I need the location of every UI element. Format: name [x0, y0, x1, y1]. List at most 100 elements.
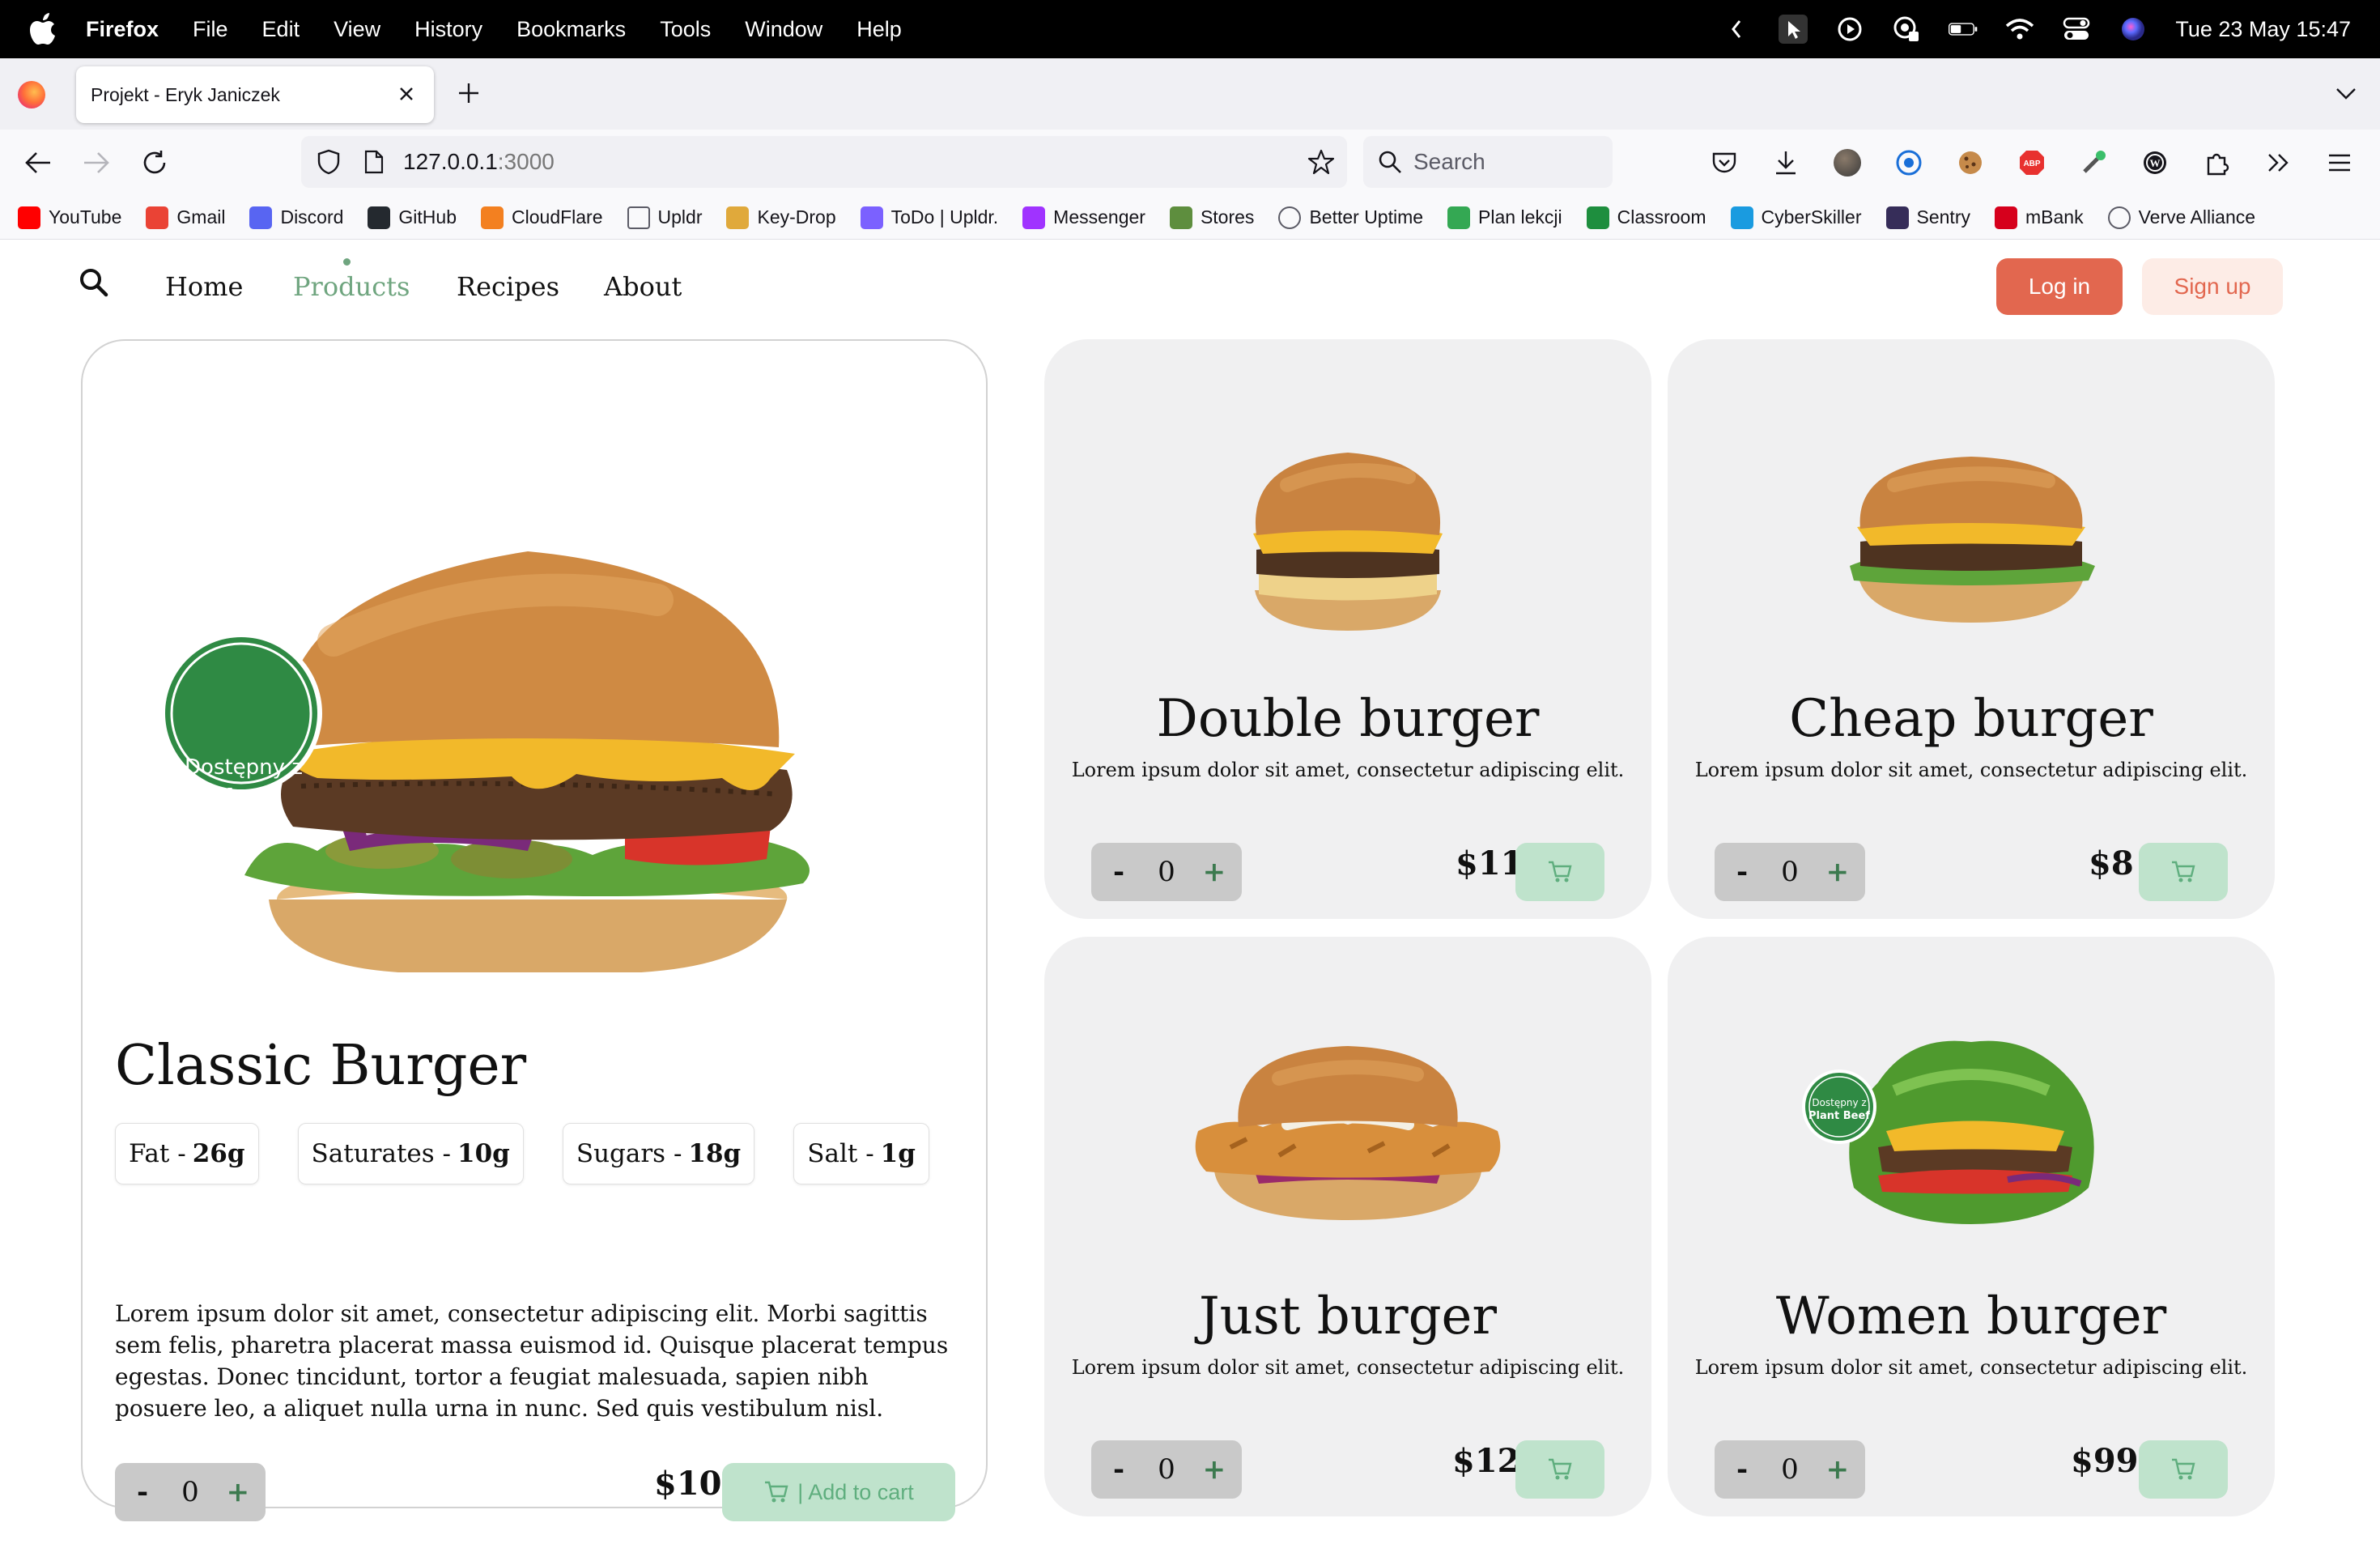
login-button[interactable]: Log in — [1996, 258, 2123, 315]
bookmark-item[interactable]: Upldr — [627, 206, 703, 229]
profile-extension-icon[interactable] — [1831, 147, 1864, 179]
adblock-icon[interactable]: ABP — [2016, 147, 2048, 179]
bookmark-item[interactable]: mBank — [1994, 206, 2084, 229]
bookmark-label: GitHub — [398, 206, 457, 228]
wordpress-icon[interactable]: W — [2139, 147, 2171, 179]
add-to-cart-button[interactable] — [2139, 843, 2228, 901]
add-to-cart-button[interactable] — [2139, 1440, 2228, 1499]
url-port: :3000 — [497, 149, 555, 174]
hamburger-menu-icon[interactable] — [2323, 147, 2356, 179]
bookmark-item[interactable]: ToDo | Upldr. — [860, 206, 999, 229]
site-header: Home Products Recipes About Log in Sign … — [0, 240, 2380, 334]
bookmark-item[interactable]: Discord — [249, 206, 343, 229]
bookmark-item[interactable]: Messenger — [1022, 206, 1145, 229]
add-to-cart-button[interactable]: | Add to cart — [722, 1463, 955, 1521]
product-card-women-burger: Dostępny z Plant Beef Women burger Lorem… — [1668, 937, 2275, 1516]
wifi-icon[interactable] — [2005, 15, 2034, 44]
chevron-down-icon[interactable] — [2331, 79, 2361, 108]
star-icon[interactable] — [1307, 147, 1336, 176]
search-placeholder: Search — [1413, 149, 1485, 174]
forward-arrow-icon[interactable] — [79, 146, 113, 180]
password-extension-icon[interactable] — [1893, 147, 1925, 179]
bookmark-item[interactable]: GitHub — [368, 206, 457, 229]
menu-window[interactable]: Window — [745, 17, 822, 42]
menu-view[interactable]: View — [334, 17, 380, 42]
bookmark-item[interactable]: Plan lekcji — [1447, 206, 1562, 229]
add-to-cart-button[interactable] — [1515, 843, 1604, 901]
extensions-icon[interactable] — [2200, 147, 2233, 179]
url-bar[interactable]: 127.0.0.1:3000 — [301, 136, 1347, 188]
svg-text:W: W — [2150, 157, 2161, 169]
bookmark-item[interactable]: Classroom — [1586, 206, 1706, 229]
battery-icon[interactable] — [1949, 15, 1978, 44]
nav-products[interactable]: Products — [293, 271, 410, 302]
vpn-icon[interactable] — [1892, 15, 1921, 44]
increment-button[interactable]: + — [1198, 1453, 1230, 1486]
firefox-icon[interactable] — [18, 81, 45, 108]
menu-tools[interactable]: Tools — [660, 17, 711, 42]
chevrons-right-icon[interactable] — [2262, 147, 2294, 179]
nav-recipes[interactable]: Recipes — [457, 271, 559, 302]
siri-icon[interactable] — [2119, 15, 2148, 44]
nav-home[interactable]: Home — [165, 271, 243, 302]
nutrient-fat: Fat -26g — [115, 1123, 259, 1184]
control-center-icon[interactable] — [2062, 15, 2091, 44]
menu-history[interactable]: History — [414, 17, 482, 42]
increment-button[interactable]: + — [1821, 856, 1854, 888]
menu-app-firefox[interactable]: Firefox — [86, 17, 159, 42]
menu-edit[interactable]: Edit — [262, 17, 300, 42]
nutrient-list: Fat -26g Saturates -10g Sugars -18g Salt… — [115, 1123, 929, 1184]
page-icon[interactable] — [361, 147, 387, 176]
macos-menubar: Firefox File Edit View History Bookmarks… — [0, 0, 2380, 58]
cookie-icon[interactable] — [1954, 147, 1987, 179]
bookmark-label: Upldr — [657, 206, 703, 228]
bookmark-item[interactable]: Key-Drop — [726, 206, 836, 229]
clock[interactable]: Tue 23 May 15:47 — [2175, 17, 2351, 42]
pocket-icon[interactable] — [1708, 147, 1740, 179]
tab-active[interactable]: Projekt - Eryk Janiczek — [76, 66, 434, 123]
bookmark-item[interactable]: CyberSkiller — [1730, 206, 1862, 229]
quantity-value: 0 — [1158, 856, 1175, 888]
decrement-button[interactable]: - — [126, 1476, 159, 1508]
bookmark-item[interactable]: Verve Alliance — [2107, 206, 2255, 229]
increment-button[interactable]: + — [1198, 856, 1230, 888]
bookmark-item[interactable]: YouTube — [18, 206, 121, 229]
bookmark-item[interactable]: Better Uptime — [1278, 206, 1423, 229]
colorpicker-icon[interactable] — [2077, 147, 2110, 179]
nutrient-value: 26g — [192, 1139, 245, 1168]
plus-icon[interactable] — [453, 78, 484, 108]
decrement-button[interactable]: - — [1103, 1453, 1135, 1486]
apple-icon[interactable] — [29, 13, 57, 45]
chevron-left-icon[interactable] — [1722, 15, 1751, 44]
decrement-button[interactable]: - — [1726, 1453, 1758, 1486]
close-icon[interactable] — [393, 81, 419, 107]
decrement-button[interactable]: - — [1103, 856, 1135, 888]
product-title: Women burger — [1775, 1286, 2167, 1346]
search-icon[interactable] — [78, 266, 110, 299]
search-icon — [1376, 148, 1404, 176]
nav-about[interactable]: About — [604, 271, 682, 302]
back-arrow-icon[interactable] — [21, 146, 55, 180]
bookmark-item[interactable]: Sentry — [1885, 206, 1970, 229]
menu-help[interactable]: Help — [856, 17, 902, 42]
menu-bookmarks[interactable]: Bookmarks — [516, 17, 626, 42]
download-icon[interactable] — [1770, 147, 1802, 179]
menu-file[interactable]: File — [193, 17, 228, 42]
globe-icon — [2107, 206, 2131, 229]
play-circle-icon[interactable] — [1835, 15, 1864, 44]
signup-button[interactable]: Sign up — [2142, 258, 2283, 315]
url-text[interactable]: 127.0.0.1:3000 — [403, 149, 555, 175]
bookmark-label: ToDo | Upldr. — [890, 206, 999, 228]
decrement-button[interactable]: - — [1726, 856, 1758, 888]
search-bar[interactable]: Search — [1363, 136, 1613, 188]
bookmark-item[interactable]: CloudFlare — [481, 206, 603, 229]
reload-icon[interactable] — [138, 146, 172, 180]
increment-button[interactable]: + — [222, 1476, 254, 1508]
cursor-icon[interactable] — [1779, 15, 1808, 44]
quantity-stepper: - 0 + — [1715, 843, 1865, 901]
increment-button[interactable]: + — [1821, 1453, 1854, 1486]
add-to-cart-button[interactable] — [1515, 1440, 1604, 1499]
shield-icon[interactable] — [314, 147, 343, 176]
bookmark-item[interactable]: Stores — [1169, 206, 1254, 229]
bookmark-item[interactable]: Gmail — [146, 206, 225, 229]
